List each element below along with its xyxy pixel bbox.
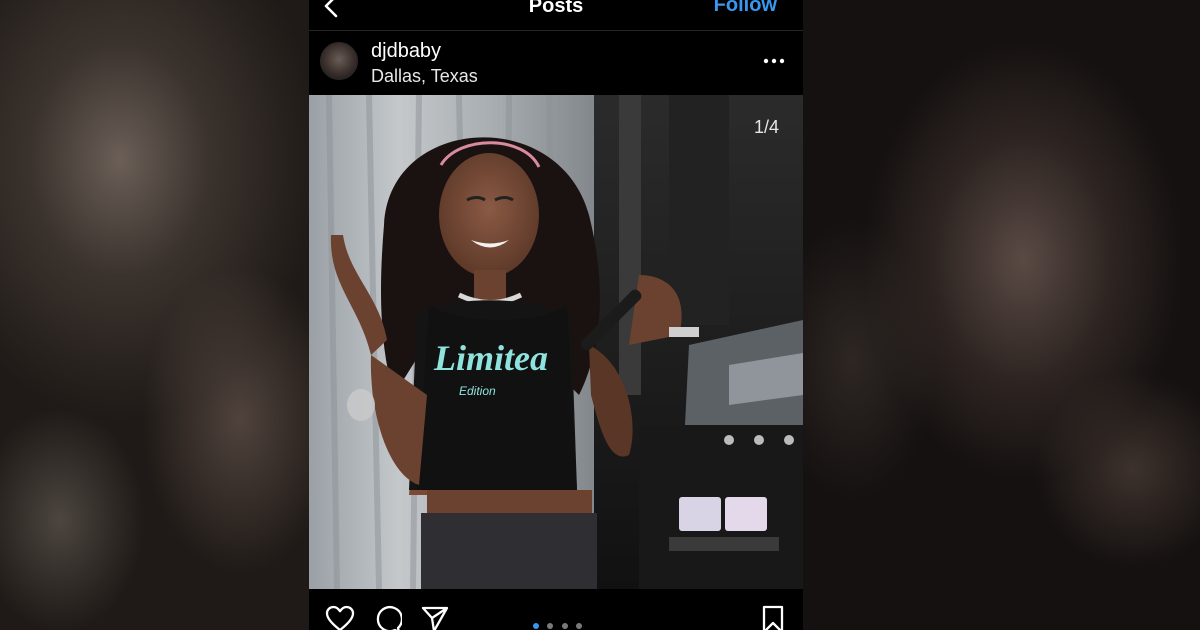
post-action-bar: [309, 590, 803, 630]
bookmark-icon[interactable]: [758, 604, 788, 630]
post-photo[interactable]: Limitea Edition 1/4: [309, 95, 803, 589]
shirt-print-subtext: Edition: [459, 384, 496, 398]
heart-icon[interactable]: [325, 604, 355, 630]
instagram-post-screen: Posts Follow djdbaby Dallas, Texas Limit…: [309, 0, 803, 630]
post-location[interactable]: Dallas, Texas: [371, 66, 478, 87]
photo-content: Limitea Edition: [309, 95, 803, 589]
carousel-indicator: [533, 616, 586, 629]
carousel-dot: [561, 623, 568, 629]
avatar[interactable]: [320, 42, 358, 80]
comment-bubble-icon[interactable]: [372, 604, 402, 630]
username[interactable]: djdbaby: [371, 40, 441, 63]
more-horizontal-icon[interactable]: [763, 57, 785, 65]
post-header: djdbaby Dallas, Texas: [309, 31, 803, 94]
follow-button[interactable]: Follow: [714, 0, 777, 17]
carousel-dot: [547, 623, 554, 629]
blurred-background-right: [803, 0, 1200, 630]
image-counter: 1/4: [753, 117, 779, 137]
blurred-background-left: [0, 0, 310, 630]
carousel-dot-active: [533, 623, 539, 629]
shirt-print-text: Limitea: [433, 338, 548, 378]
send-icon[interactable]: [420, 604, 450, 630]
top-navigation-bar: Posts Follow: [309, 0, 803, 31]
carousel-dot: [576, 623, 583, 629]
